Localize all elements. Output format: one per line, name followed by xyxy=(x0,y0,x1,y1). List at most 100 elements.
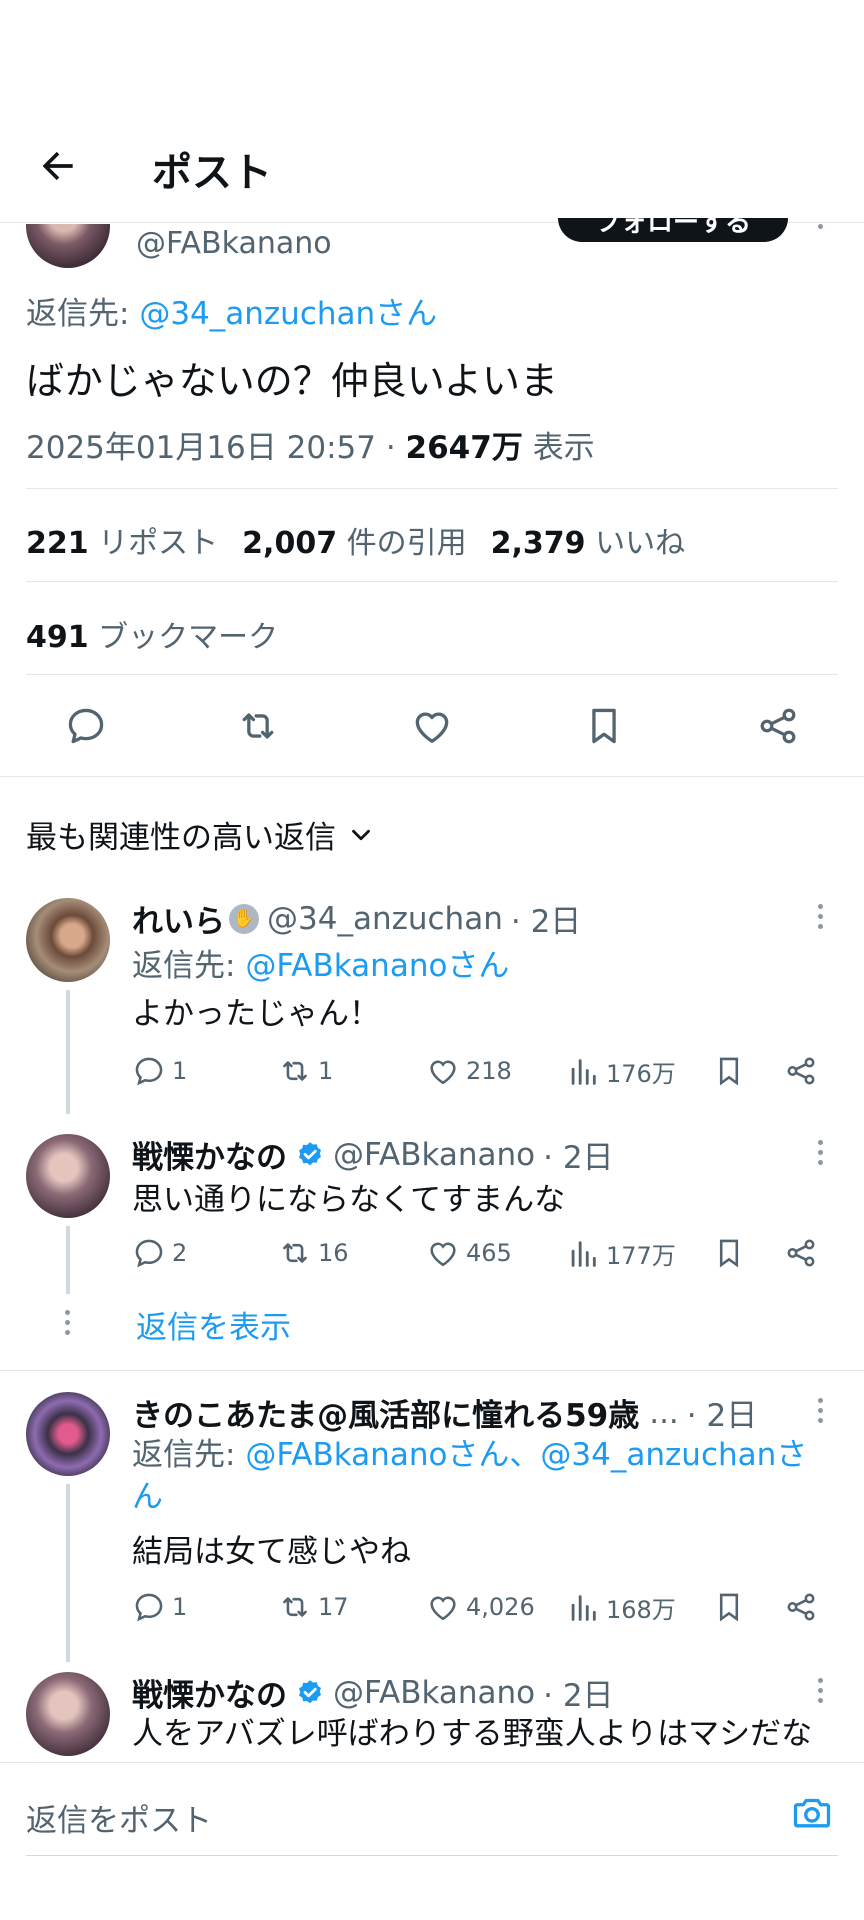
reply3-reply-button[interactable]: 1 xyxy=(132,1590,187,1624)
reply1-name[interactable]: れいら xyxy=(132,896,225,941)
reply2-handle[interactable]: @FABkanano xyxy=(333,1137,535,1173)
show-replies-link[interactable]: 返信を表示 xyxy=(136,1302,291,1347)
reply4-more-icon[interactable] xyxy=(818,1678,824,1708)
actions-divider xyxy=(0,776,864,777)
reply2-like-button[interactable]: 465 xyxy=(426,1236,512,1270)
like-button[interactable] xyxy=(410,704,454,748)
reply3-reply-count: 1 xyxy=(172,1593,188,1621)
main-post-meta: 2025年01月16日 20:57 · 2647万 表示 xyxy=(26,422,595,467)
reply-icon xyxy=(135,1057,163,1086)
reply2-more-icon[interactable] xyxy=(818,1140,824,1170)
reply1-handle[interactable]: @34_anzuchan xyxy=(267,901,503,937)
reply1-thread-line xyxy=(66,990,70,1114)
main-post-text: ばかじゃないの？仲良いよいま xyxy=(26,359,559,403)
reply3-reply-to-links[interactable]: @FABkananoさん、@34_anzuchanさ xyxy=(245,1437,807,1473)
reply1-text: よかったじゃん！ xyxy=(132,996,380,1032)
reply2-view-count: 177万 xyxy=(606,1242,676,1270)
reply2-share-button[interactable] xyxy=(784,1236,818,1270)
reply-composer-input[interactable]: 返信をポスト xyxy=(26,1795,766,1840)
quotes-count: 2,007 xyxy=(242,526,338,561)
reply2-time: · 2日 xyxy=(543,1140,614,1176)
likes-stat[interactable]: 2,379 いいね xyxy=(491,518,685,562)
reply4-handle[interactable]: @FABkanano xyxy=(333,1675,535,1711)
stats-divider-top xyxy=(26,488,838,489)
reply3-view-count: 168万 xyxy=(606,1596,676,1624)
reply1-bookmark-button[interactable] xyxy=(712,1054,746,1088)
reply2-bookmark-button[interactable] xyxy=(712,1236,746,1270)
reply3-more-icon[interactable] xyxy=(818,1398,824,1428)
share-icon xyxy=(787,1057,815,1085)
reply3-text: 結局は女て感じやね xyxy=(132,1534,411,1570)
main-post-avatar[interactable] xyxy=(26,224,110,268)
bookmark-icon xyxy=(719,1239,739,1268)
follow-button-label: フォローする xyxy=(594,218,751,238)
bookmark-button[interactable] xyxy=(582,704,626,748)
reply-sort-selector[interactable]: 最も関連性の高い返信 xyxy=(26,812,376,857)
reposts-stat[interactable]: 221 リポスト xyxy=(26,518,218,562)
reply2-repost-count: 16 xyxy=(318,1239,349,1267)
camera-button[interactable] xyxy=(790,1791,834,1835)
repost-icon xyxy=(283,1061,307,1081)
reply2-views-button[interactable]: 177万 xyxy=(566,1236,676,1271)
reply3-bookmark-button[interactable] xyxy=(712,1590,746,1624)
share-icon xyxy=(760,708,796,744)
reposts-label: リポスト xyxy=(98,526,219,561)
main-post-timestamp[interactable]: 2025年01月16日 20:57 · xyxy=(26,430,396,466)
bookmarks-count: 491 xyxy=(26,620,89,655)
reply1-reply-to: 返信先: @FABkananoさん xyxy=(132,940,509,985)
bookmarks-stat[interactable]: 491 ブックマーク xyxy=(26,612,278,656)
reply1-avatar[interactable] xyxy=(26,898,110,982)
reply1-reply-button[interactable]: 1 xyxy=(132,1054,187,1088)
reply4-avatar[interactable] xyxy=(26,1672,110,1756)
reply3-reply-to-links-wrap[interactable]: ん xyxy=(132,1479,163,1515)
reply1-more-icon[interactable] xyxy=(818,904,824,934)
reply3-reply-to-prefix: 返信先: xyxy=(132,1437,236,1473)
reply3-header: きのこあたま@風活部に憧れる59歳 ... · 2日 xyxy=(132,1390,757,1435)
reply1-reply-count: 1 xyxy=(172,1057,188,1085)
verified-badge-icon xyxy=(299,1679,321,1703)
reply3-repost-button[interactable]: 17 xyxy=(278,1590,349,1624)
reply3-name[interactable]: きのこあたま@風活部に憧れる59歳 xyxy=(132,1390,639,1435)
main-post-more-icon[interactable] xyxy=(818,224,824,234)
reply3-avatar[interactable] xyxy=(26,1392,110,1476)
reply-to-link[interactable]: @34_anzuchanさん xyxy=(139,296,437,332)
reply2-reply-button[interactable]: 2 xyxy=(132,1236,187,1270)
repost-button[interactable] xyxy=(236,704,280,748)
reply1-views-button[interactable]: 176万 xyxy=(566,1054,676,1089)
bookmark-icon xyxy=(719,1593,739,1622)
reply1-share-button[interactable] xyxy=(784,1054,818,1088)
more-replies-dots xyxy=(65,1310,71,1340)
bar-chart-icon xyxy=(571,1594,596,1621)
page-title: ポスト xyxy=(152,150,272,196)
reply3-thread-line xyxy=(66,1484,70,1662)
reply2-avatar[interactable] xyxy=(26,1134,110,1218)
reply-button[interactable] xyxy=(64,704,108,748)
reply1-repost-button[interactable]: 1 xyxy=(278,1054,333,1088)
reply1-reply-to-prefix: 返信先: xyxy=(132,948,236,984)
reply3-repost-count: 17 xyxy=(318,1593,349,1621)
reply3-share-button[interactable] xyxy=(784,1590,818,1624)
reply1-header: れいら ✋ @34_anzuchan · 2日 xyxy=(132,896,581,941)
back-button[interactable] xyxy=(36,144,84,192)
main-post-handle[interactable]: @FABkanano xyxy=(136,226,332,261)
reply2-name[interactable]: 戦慄かなの xyxy=(132,1132,287,1177)
bar-chart-icon xyxy=(571,1058,596,1085)
reply1-like-button[interactable]: 218 xyxy=(426,1054,512,1088)
verified-badge-icon xyxy=(299,1141,321,1165)
quotes-stat[interactable]: 2,007 件の引用 xyxy=(242,518,466,562)
reply-composer: 返信をポスト xyxy=(0,1762,864,1920)
reply2-repost-button[interactable]: 16 xyxy=(278,1236,349,1270)
share-button[interactable] xyxy=(756,704,800,748)
reply4-text: 人をアバズレ呼ばわりする野蛮人よりはマシだな xyxy=(132,1716,813,1752)
reply3-reply-to: 返信先: @FABkananoさん、@34_anzuchanさ ん xyxy=(132,1434,832,1518)
reply-sort-label: 最も関連性の高い返信 xyxy=(26,820,336,856)
reply1-reply-to-link[interactable]: @FABkananoさん xyxy=(245,948,509,984)
reply3-views-button[interactable]: 168万 xyxy=(566,1590,676,1625)
reply-icon xyxy=(135,1239,163,1268)
heart-icon xyxy=(430,1060,456,1085)
reply-to-prefix: 返信先: xyxy=(26,296,130,332)
reply3-like-button[interactable]: 4,026 xyxy=(426,1590,535,1624)
follow-button[interactable]: フォローする xyxy=(558,218,788,242)
reply4-name[interactable]: 戦慄かなの xyxy=(132,1670,287,1715)
repost-icon xyxy=(242,713,274,739)
